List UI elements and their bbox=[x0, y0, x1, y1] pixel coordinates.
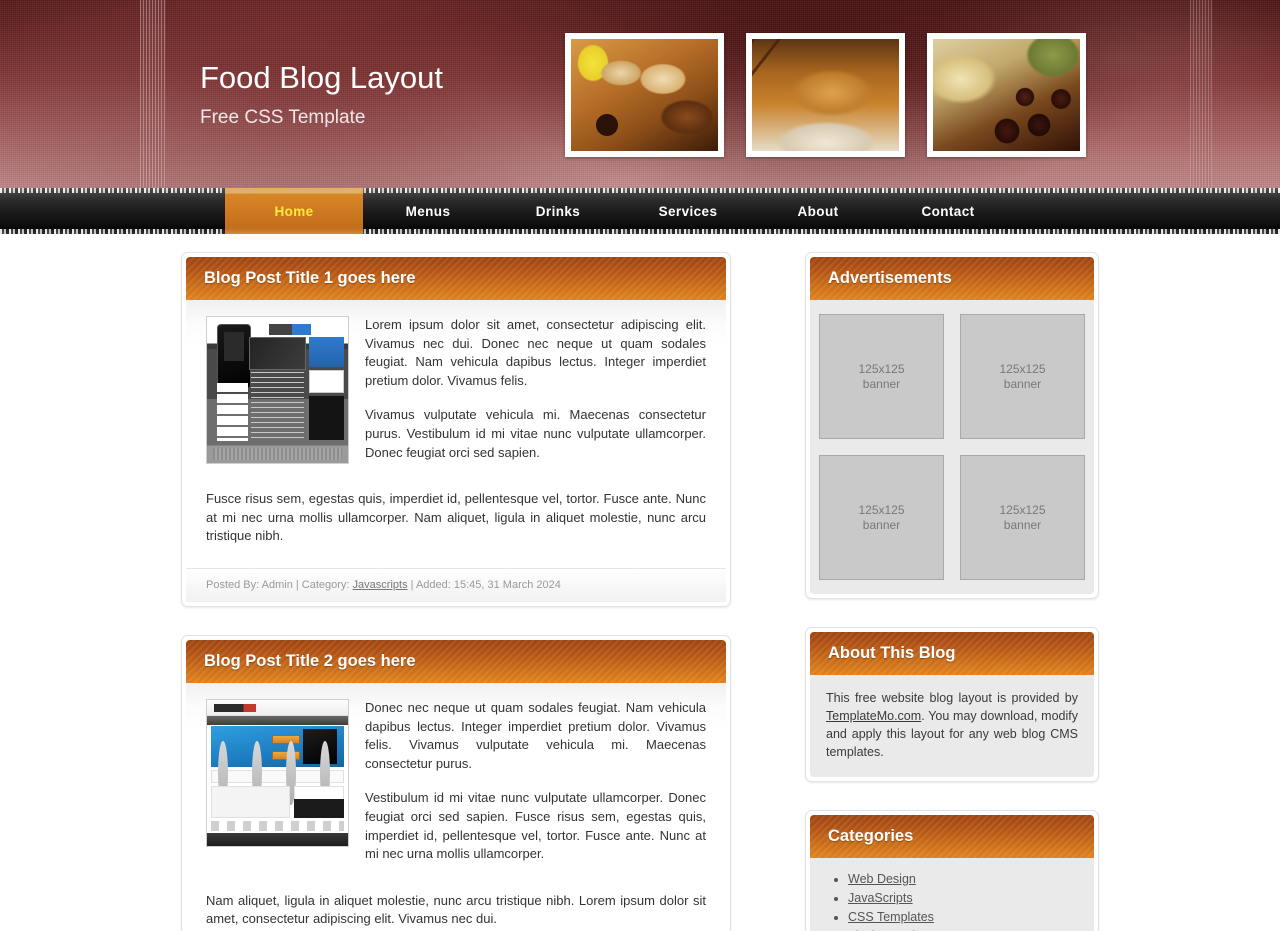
post-1-paragraph-3: Fusce risus sem, egestas quis, imperdiet… bbox=[206, 491, 706, 544]
post-2-thumbnail[interactable] bbox=[206, 698, 349, 847]
templatemo-link[interactable]: TemplateMo.com bbox=[826, 709, 921, 723]
post-1-body: Lorem ipsum dolor sit amet, consectetur … bbox=[186, 300, 726, 602]
ad-banner-1[interactable]: 125x125 banner bbox=[819, 314, 944, 439]
category-link-css-templates[interactable]: CSS Templates bbox=[848, 910, 934, 924]
nav-item-drinks[interactable]: Drinks bbox=[493, 188, 623, 234]
main-navigation-bar: Home Menus Drinks Services About Contact bbox=[0, 188, 1280, 234]
categories-title: Categories bbox=[810, 815, 1094, 858]
categories-widget: Categories Web Design JavaScripts CSS Te… bbox=[805, 810, 1099, 931]
post-2-paragraph-3: Nam aliquet, ligula in aliquet molestie,… bbox=[206, 892, 706, 927]
main-menu: Home Menus Drinks Services About Contact bbox=[225, 188, 1013, 234]
post-1-category-link[interactable]: Javascripts bbox=[353, 579, 408, 591]
nav-item-services[interactable]: Services bbox=[623, 188, 753, 234]
site-title: Food Blog Layout bbox=[200, 60, 444, 95]
categories-list: Web Design JavaScripts CSS Templates Fla… bbox=[826, 870, 1078, 931]
ad-banner-3-size: 125x125 bbox=[858, 502, 905, 517]
nav-item-menus[interactable]: Menus bbox=[363, 188, 493, 234]
post-2-paragraph-1: Donec nec neque ut quam sodales feugiat.… bbox=[365, 699, 706, 771]
list-item: JavaScripts bbox=[848, 889, 1078, 908]
ad-banner-4-label: banner bbox=[1003, 517, 1042, 532]
ad-banner-3-label: banner bbox=[862, 517, 901, 532]
list-item: Flash Templates bbox=[848, 927, 1078, 931]
blog-post-2: Blog Post Title 2 goes here Donec nec ne… bbox=[181, 634, 731, 931]
nav-item-contact[interactable]: Contact bbox=[883, 188, 1013, 234]
header-left-stripe-texture bbox=[140, 0, 166, 188]
about-text-before: This free website blog layout is provide… bbox=[826, 691, 1078, 705]
site-header: Food Blog Layout Free CSS Template bbox=[0, 0, 1280, 188]
header-right-stripe-texture bbox=[1190, 0, 1212, 188]
list-item: CSS Templates bbox=[848, 908, 1078, 927]
advertisements-title: Advertisements bbox=[810, 257, 1094, 300]
about-this-blog-body: This free website blog layout is provide… bbox=[810, 675, 1094, 777]
sidebar: Advertisements 125x125 banner 125x125 ba… bbox=[805, 252, 1099, 931]
site-subtitle: Free CSS Template bbox=[200, 107, 366, 128]
list-item: Web Design bbox=[848, 870, 1078, 889]
about-this-blog-text: This free website blog layout is provide… bbox=[826, 689, 1078, 761]
post-2-body: Donec nec neque ut quam sodales feugiat.… bbox=[186, 682, 726, 929]
advertisements-widget: Advertisements 125x125 banner 125x125 ba… bbox=[805, 252, 1099, 599]
about-this-blog-widget: About This Blog This free website blog l… bbox=[805, 627, 1099, 782]
post-2-paragraph-2: Vestibulum id mi vitae nunc vulputate ul… bbox=[365, 790, 706, 862]
advertisements-body: 125x125 banner 125x125 banner 125x125 ba… bbox=[810, 300, 1094, 594]
ad-banner-1-label: banner bbox=[862, 376, 901, 391]
post-1-thumbnail[interactable] bbox=[206, 316, 349, 464]
post-2-title: Blog Post Title 2 goes here bbox=[186, 639, 726, 683]
squid-dish-photo bbox=[565, 33, 724, 157]
main-content-column: Blog Post Title 1 goes here Lorem ipsum … bbox=[181, 252, 731, 931]
post-1-meta: Posted By: Admin | Category: Javascripts… bbox=[186, 567, 726, 602]
content-container: Blog Post Title 1 goes here Lorem ipsum … bbox=[181, 234, 1099, 931]
grilled-steak-photo bbox=[746, 33, 905, 157]
ad-banner-4-size: 125x125 bbox=[999, 502, 1046, 517]
ad-banner-2-label: banner bbox=[1003, 376, 1042, 391]
post-1-paragraph-1: Lorem ipsum dolor sit amet, consectetur … bbox=[365, 317, 706, 388]
ad-banner-1-size: 125x125 bbox=[858, 361, 905, 376]
post-1-meta-suffix: | Added: 15:45, 31 March 2024 bbox=[407, 578, 561, 591]
ad-banner-2[interactable]: 125x125 banner bbox=[960, 314, 1085, 439]
categories-body: Web Design JavaScripts CSS Templates Fla… bbox=[810, 858, 1094, 931]
about-this-blog-title: About This Blog bbox=[810, 632, 1094, 675]
post-1-paragraph-2: Vivamus vulputate vehicula mi. Maecenas … bbox=[365, 407, 706, 460]
post-1-intro-text: Lorem ipsum dolor sit amet, consectetur … bbox=[365, 316, 706, 478]
post-1-meta-prefix: Posted By: Admin | Category: bbox=[206, 578, 353, 591]
header-photo-strip bbox=[565, 33, 1086, 157]
mushroom-dish-photo bbox=[927, 33, 1086, 157]
ad-banner-2-size: 125x125 bbox=[999, 361, 1046, 376]
category-link-javascripts[interactable]: JavaScripts bbox=[848, 891, 913, 905]
nav-item-home[interactable]: Home bbox=[225, 188, 363, 234]
blog-post-1: Blog Post Title 1 goes here Lorem ipsum … bbox=[181, 252, 731, 607]
category-link-web-design[interactable]: Web Design bbox=[848, 872, 916, 886]
page-body: Blog Post Title 1 goes here Lorem ipsum … bbox=[0, 234, 1280, 931]
ad-banner-4[interactable]: 125x125 banner bbox=[960, 455, 1085, 580]
site-branding: Food Blog Layout Free CSS Template bbox=[200, 58, 443, 130]
post-2-intro-text: Donec nec neque ut quam sodales feugiat.… bbox=[365, 699, 706, 880]
ad-banner-3[interactable]: 125x125 banner bbox=[819, 455, 944, 580]
banner-grid: 125x125 banner 125x125 banner 125x125 ba… bbox=[819, 314, 1085, 580]
post-1-title: Blog Post Title 1 goes here bbox=[186, 257, 726, 300]
nav-item-about[interactable]: About bbox=[753, 188, 883, 234]
